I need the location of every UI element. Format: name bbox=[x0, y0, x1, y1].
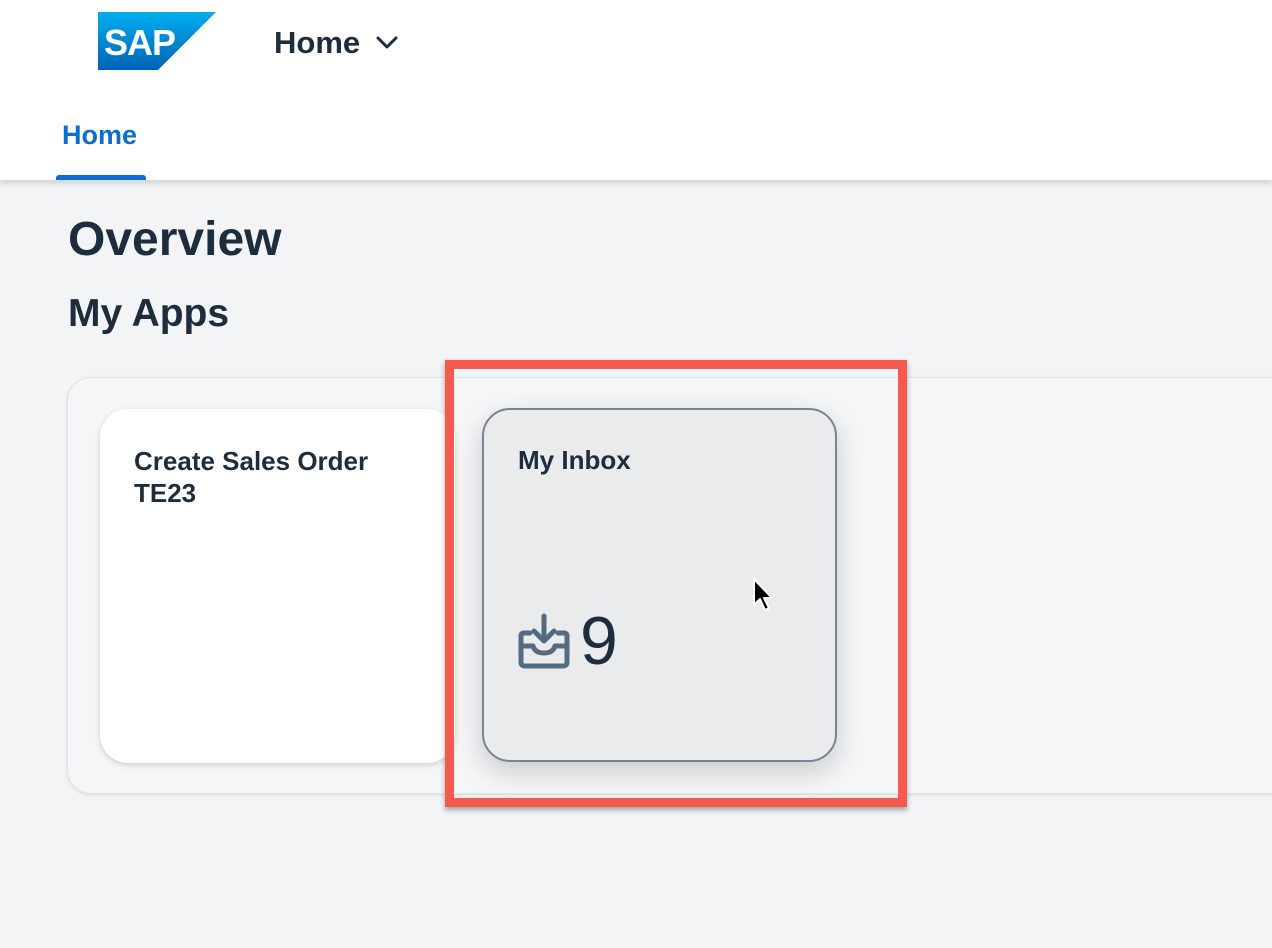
tile-my-inbox[interactable]: My Inbox 9 bbox=[482, 408, 837, 762]
shell-title-menu[interactable]: Home bbox=[274, 22, 400, 64]
tile-create-sales-order[interactable]: Create Sales Order TE23 bbox=[100, 409, 455, 763]
tile-kpi: 9 bbox=[518, 606, 618, 676]
shell-header: SAP Home bbox=[0, 0, 1272, 92]
inbox-count: 9 bbox=[580, 603, 618, 679]
chevron-down-icon bbox=[376, 36, 398, 49]
tab-home-label: Home bbox=[62, 120, 138, 150]
tab-selected-indicator bbox=[56, 175, 146, 180]
tab-home[interactable]: Home bbox=[56, 92, 146, 180]
svg-text:SAP: SAP bbox=[104, 22, 175, 63]
inbox-download-icon bbox=[518, 613, 570, 669]
sap-logo[interactable]: SAP bbox=[98, 12, 216, 70]
tab-bar: Home bbox=[0, 92, 1272, 181]
section-title: My Apps bbox=[68, 292, 230, 335]
tile-title: My Inbox bbox=[518, 445, 631, 475]
page-title: Overview bbox=[68, 213, 282, 266]
tile-title: Create Sales Order TE23 bbox=[134, 446, 369, 508]
shell-title: Home bbox=[274, 25, 361, 60]
